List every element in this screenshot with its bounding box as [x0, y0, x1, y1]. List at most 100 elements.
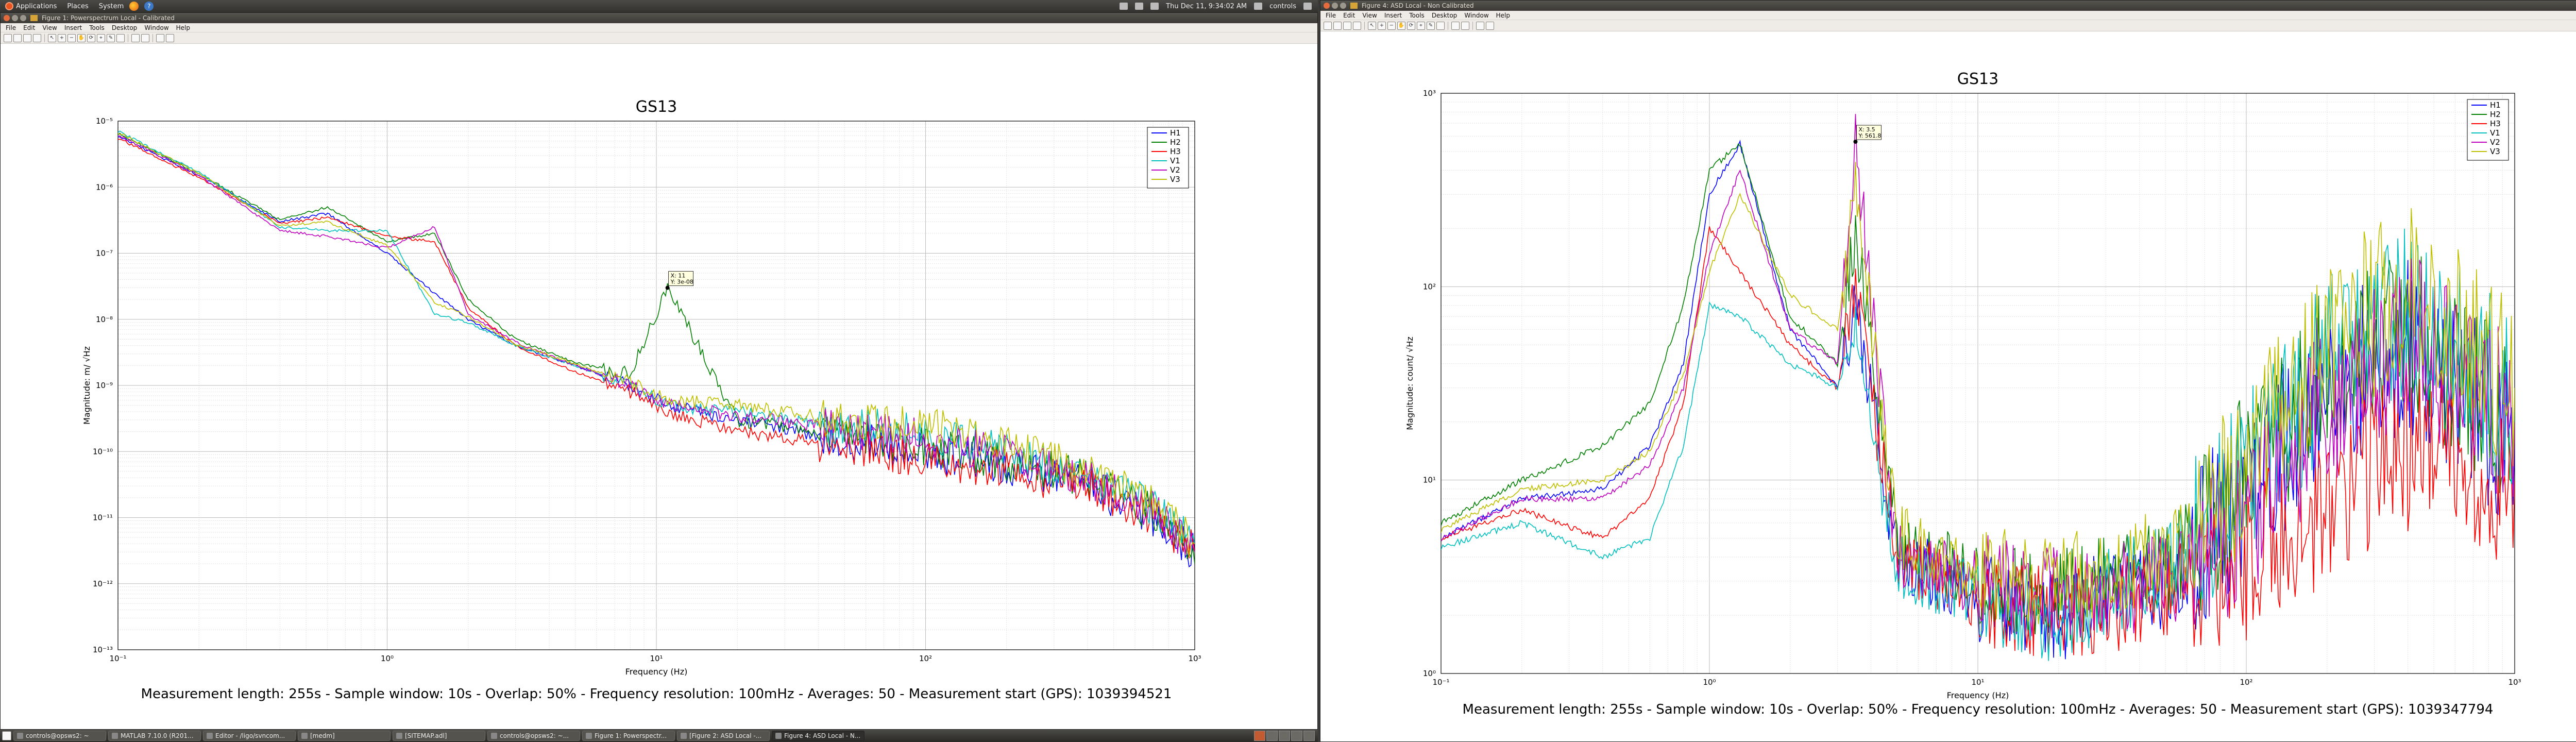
panel-menu-places[interactable]: Places — [62, 3, 93, 10]
menu-insert[interactable]: Insert — [64, 24, 82, 31]
taskbar-item[interactable]: [SITEMAP.adl] — [393, 731, 485, 741]
rotate-icon[interactable]: ⟳ — [87, 33, 95, 42]
colorbar-icon[interactable] — [131, 33, 140, 42]
title-bar[interactable]: Figure 4: ASD Local - Non Calibrated — [1320, 1, 2576, 11]
colorbar-icon[interactable] — [1451, 21, 1460, 30]
zoom-out-icon[interactable]: − — [67, 33, 76, 42]
menu-desktop[interactable]: Desktop — [112, 24, 138, 31]
menu-help[interactable]: Help — [176, 24, 190, 31]
toolbar-separator — [44, 33, 45, 42]
chart-1[interactable]: GS13 10⁻¹ 10⁰ 10¹ 10² 10³ 10⁻⁵ 10⁻⁶ 10⁻⁷ 10⁻⁸ 10⁻⁹… — [1, 45, 1317, 729]
print-icon[interactable] — [33, 33, 41, 42]
open-file-icon[interactable] — [13, 33, 22, 42]
legend-icon[interactable] — [1461, 21, 1469, 30]
volume-icon[interactable] — [1150, 3, 1159, 10]
taskbar-item[interactable]: [Figure 2: ASD Local -... — [677, 731, 770, 741]
figure-icon — [681, 733, 687, 739]
taskbar-item[interactable]: controls@opsws2: ~... — [487, 731, 580, 741]
menu-window[interactable]: Window — [144, 24, 168, 31]
data-cursor-icon[interactable]: ⌖ — [97, 33, 105, 42]
edit-plot-icon[interactable]: ↖ — [48, 33, 56, 42]
figure-icon — [586, 733, 592, 739]
show-plot-tools-icon[interactable] — [1486, 21, 1494, 30]
brush-icon[interactable]: ✎ — [1427, 21, 1435, 30]
chart-2[interactable]: GS1310⁻¹ 10⁰ 10¹ 10² 10³10³10²10¹10⁰Frequenc… — [1320, 32, 2576, 741]
open-file-icon[interactable] — [1333, 21, 1342, 30]
clock[interactable]: Thu Dec 11, 9:34:02 AM — [1166, 3, 1247, 10]
data-cursor-icon[interactable]: ⌖ — [1417, 21, 1425, 30]
edit-plot-icon[interactable]: ↖ — [1368, 21, 1376, 30]
workspace-2[interactable] — [1266, 731, 1278, 741]
firefox-icon[interactable] — [129, 2, 139, 11]
workspace-1[interactable] — [1254, 731, 1265, 741]
datatip: X: 11Y: 3e-08 — [668, 271, 694, 286]
datatip-text: Y: 3e-08 — [670, 279, 693, 285]
rotate-icon[interactable]: ⟳ — [1407, 21, 1415, 30]
trash-icon[interactable] — [1303, 731, 1315, 741]
menu-desktop[interactable]: Desktop — [1432, 12, 1458, 19]
x-tick-label: 10⁰ — [381, 654, 394, 663]
close-icon[interactable] — [1324, 3, 1330, 9]
power-icon[interactable] — [1303, 3, 1312, 10]
show-plot-tools-icon[interactable] — [166, 33, 174, 42]
title-bar[interactable]: Figure 1: Powerspectrum Local - Calibrat… — [1, 13, 1317, 23]
zoom-out-icon[interactable]: − — [1387, 21, 1396, 30]
menu-window[interactable]: Window — [1464, 12, 1488, 19]
panel-menu-applications[interactable]: Applications — [0, 2, 62, 10]
zoom-in-icon[interactable]: + — [1378, 21, 1386, 30]
pan-icon[interactable]: ✋ — [1397, 21, 1405, 30]
plot-area: GS13 10⁻¹ 10⁰ 10¹ 10² 10³ 10³ 10² 10¹ 10⁰ Frequenc… — [1320, 32, 2576, 741]
panel-menu-system[interactable]: System ? — [94, 2, 159, 11]
legend-entry: V3 — [1170, 175, 1180, 184]
save-icon[interactable] — [23, 33, 31, 42]
menu-file[interactable]: File — [1326, 12, 1336, 19]
menu-tools[interactable]: Tools — [89, 24, 105, 31]
help-icon[interactable]: ? — [144, 2, 154, 11]
minimize-icon[interactable] — [12, 15, 18, 21]
maximize-icon[interactable] — [1340, 3, 1346, 9]
show-desktop-icon[interactable] — [2, 731, 11, 740]
taskbar-item[interactable]: [medm] — [298, 731, 391, 741]
menu-insert[interactable]: Insert — [1384, 12, 1402, 19]
minimize-icon[interactable] — [1332, 3, 1338, 9]
legend-entry: H1 — [2490, 100, 2501, 110]
legend: H1H2H3V1V2V3 — [1147, 127, 1189, 189]
menu-edit[interactable]: Edit — [23, 24, 35, 31]
hide-plot-tools-icon[interactable] — [156, 33, 164, 42]
menu-file[interactable]: File — [6, 24, 16, 31]
y-tick-label: 10⁻⁵ — [96, 116, 113, 126]
print-icon[interactable] — [1353, 21, 1361, 30]
link-icon[interactable] — [116, 33, 125, 42]
workspace-4[interactable] — [1291, 731, 1302, 741]
zoom-in-icon[interactable]: + — [58, 33, 66, 42]
legend-icon[interactable] — [141, 33, 149, 42]
new-figure-icon[interactable] — [4, 33, 12, 42]
menu-view[interactable]: View — [42, 24, 57, 31]
save-icon[interactable] — [1343, 21, 1351, 30]
medm-icon — [301, 733, 308, 739]
legend-entry: H1 — [1170, 128, 1181, 138]
workspace-3[interactable] — [1279, 731, 1290, 741]
user-name[interactable]: controls — [1269, 3, 1296, 10]
network-icon[interactable] — [1120, 3, 1128, 10]
taskbar-item[interactable]: controls@opsws2: ~ — [13, 731, 106, 741]
link-icon[interactable] — [1436, 21, 1445, 30]
x-axis-label: Frequency (Hz) — [1947, 690, 2009, 700]
taskbar-item[interactable]: Figure 1: Powerspectr... — [582, 731, 675, 741]
new-figure-icon[interactable] — [1324, 21, 1332, 30]
brush-icon[interactable]: ✎ — [107, 33, 115, 42]
pan-icon[interactable]: ✋ — [77, 33, 86, 42]
maximize-icon[interactable] — [20, 15, 26, 21]
taskbar-item[interactable]: Editor - /ligo/svncom... — [203, 731, 296, 741]
menu-view[interactable]: View — [1362, 12, 1377, 19]
menu-help[interactable]: Help — [1496, 12, 1510, 19]
hide-plot-tools-icon[interactable] — [1476, 21, 1484, 30]
close-icon[interactable] — [4, 15, 10, 21]
taskbar-item-active[interactable]: Figure 4: ASD Local - N... — [772, 731, 865, 741]
workspace-switcher — [1254, 731, 1318, 741]
menu-tools[interactable]: Tools — [1409, 12, 1425, 19]
menu-edit[interactable]: Edit — [1343, 12, 1355, 19]
legend-entry: V2 — [2490, 138, 2500, 147]
taskbar-item[interactable]: MATLAB 7.10.0 (R201... — [108, 731, 201, 741]
mail-icon[interactable] — [1135, 3, 1144, 10]
